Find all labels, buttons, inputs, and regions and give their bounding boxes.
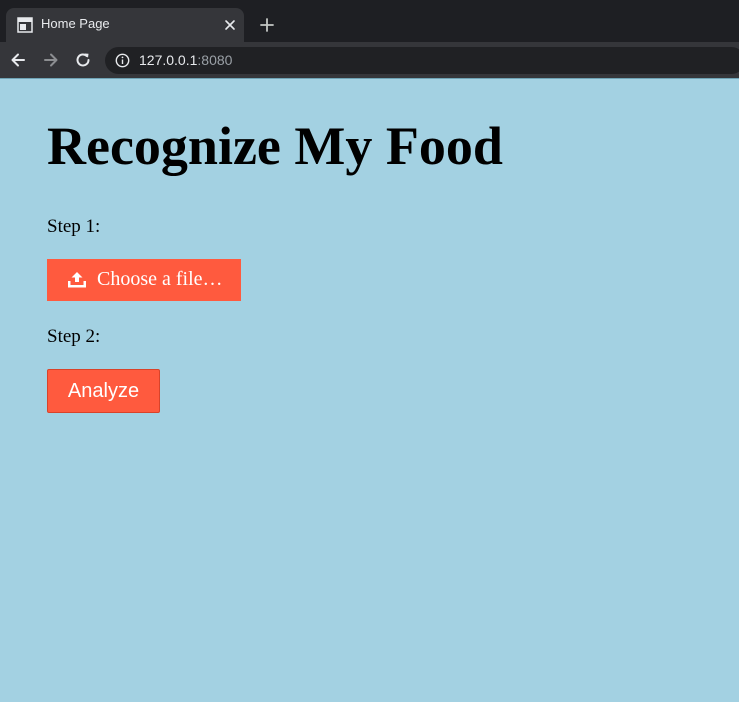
- step-2-label: Step 2:: [47, 326, 101, 347]
- page-title: Recognize My Food: [47, 116, 503, 176]
- browser-tab[interactable]: Home Page: [6, 8, 244, 42]
- browser-tab-strip: Home Page: [0, 0, 739, 42]
- url-host: 127.0.0.1: [139, 52, 198, 68]
- url-port: :8080: [197, 52, 233, 68]
- browser-toolbar: 127.0.0.1:8080: [0, 42, 739, 78]
- address-bar[interactable]: 127.0.0.1:8080: [105, 47, 739, 74]
- step-1-label: Step 1:: [47, 216, 101, 237]
- choose-file-button[interactable]: Choose a file…: [47, 259, 241, 301]
- url-text[interactable]: 127.0.0.1:8080: [139, 52, 232, 68]
- close-icon[interactable]: [222, 17, 238, 33]
- info-icon[interactable]: [115, 53, 130, 68]
- arrow-right-icon[interactable]: [42, 51, 60, 69]
- page-favicon-icon: [17, 17, 33, 33]
- upload-icon: [68, 272, 86, 288]
- page-content: Recognize My Food Step 1: Choose a file……: [0, 79, 739, 702]
- reload-icon[interactable]: [74, 51, 92, 69]
- plus-icon[interactable]: [258, 16, 276, 34]
- arrow-left-icon[interactable]: [9, 51, 27, 69]
- analyze-button[interactable]: Analyze: [47, 369, 160, 413]
- tab-title: Home Page: [41, 16, 110, 31]
- choose-file-label: Choose a file…: [97, 268, 223, 290]
